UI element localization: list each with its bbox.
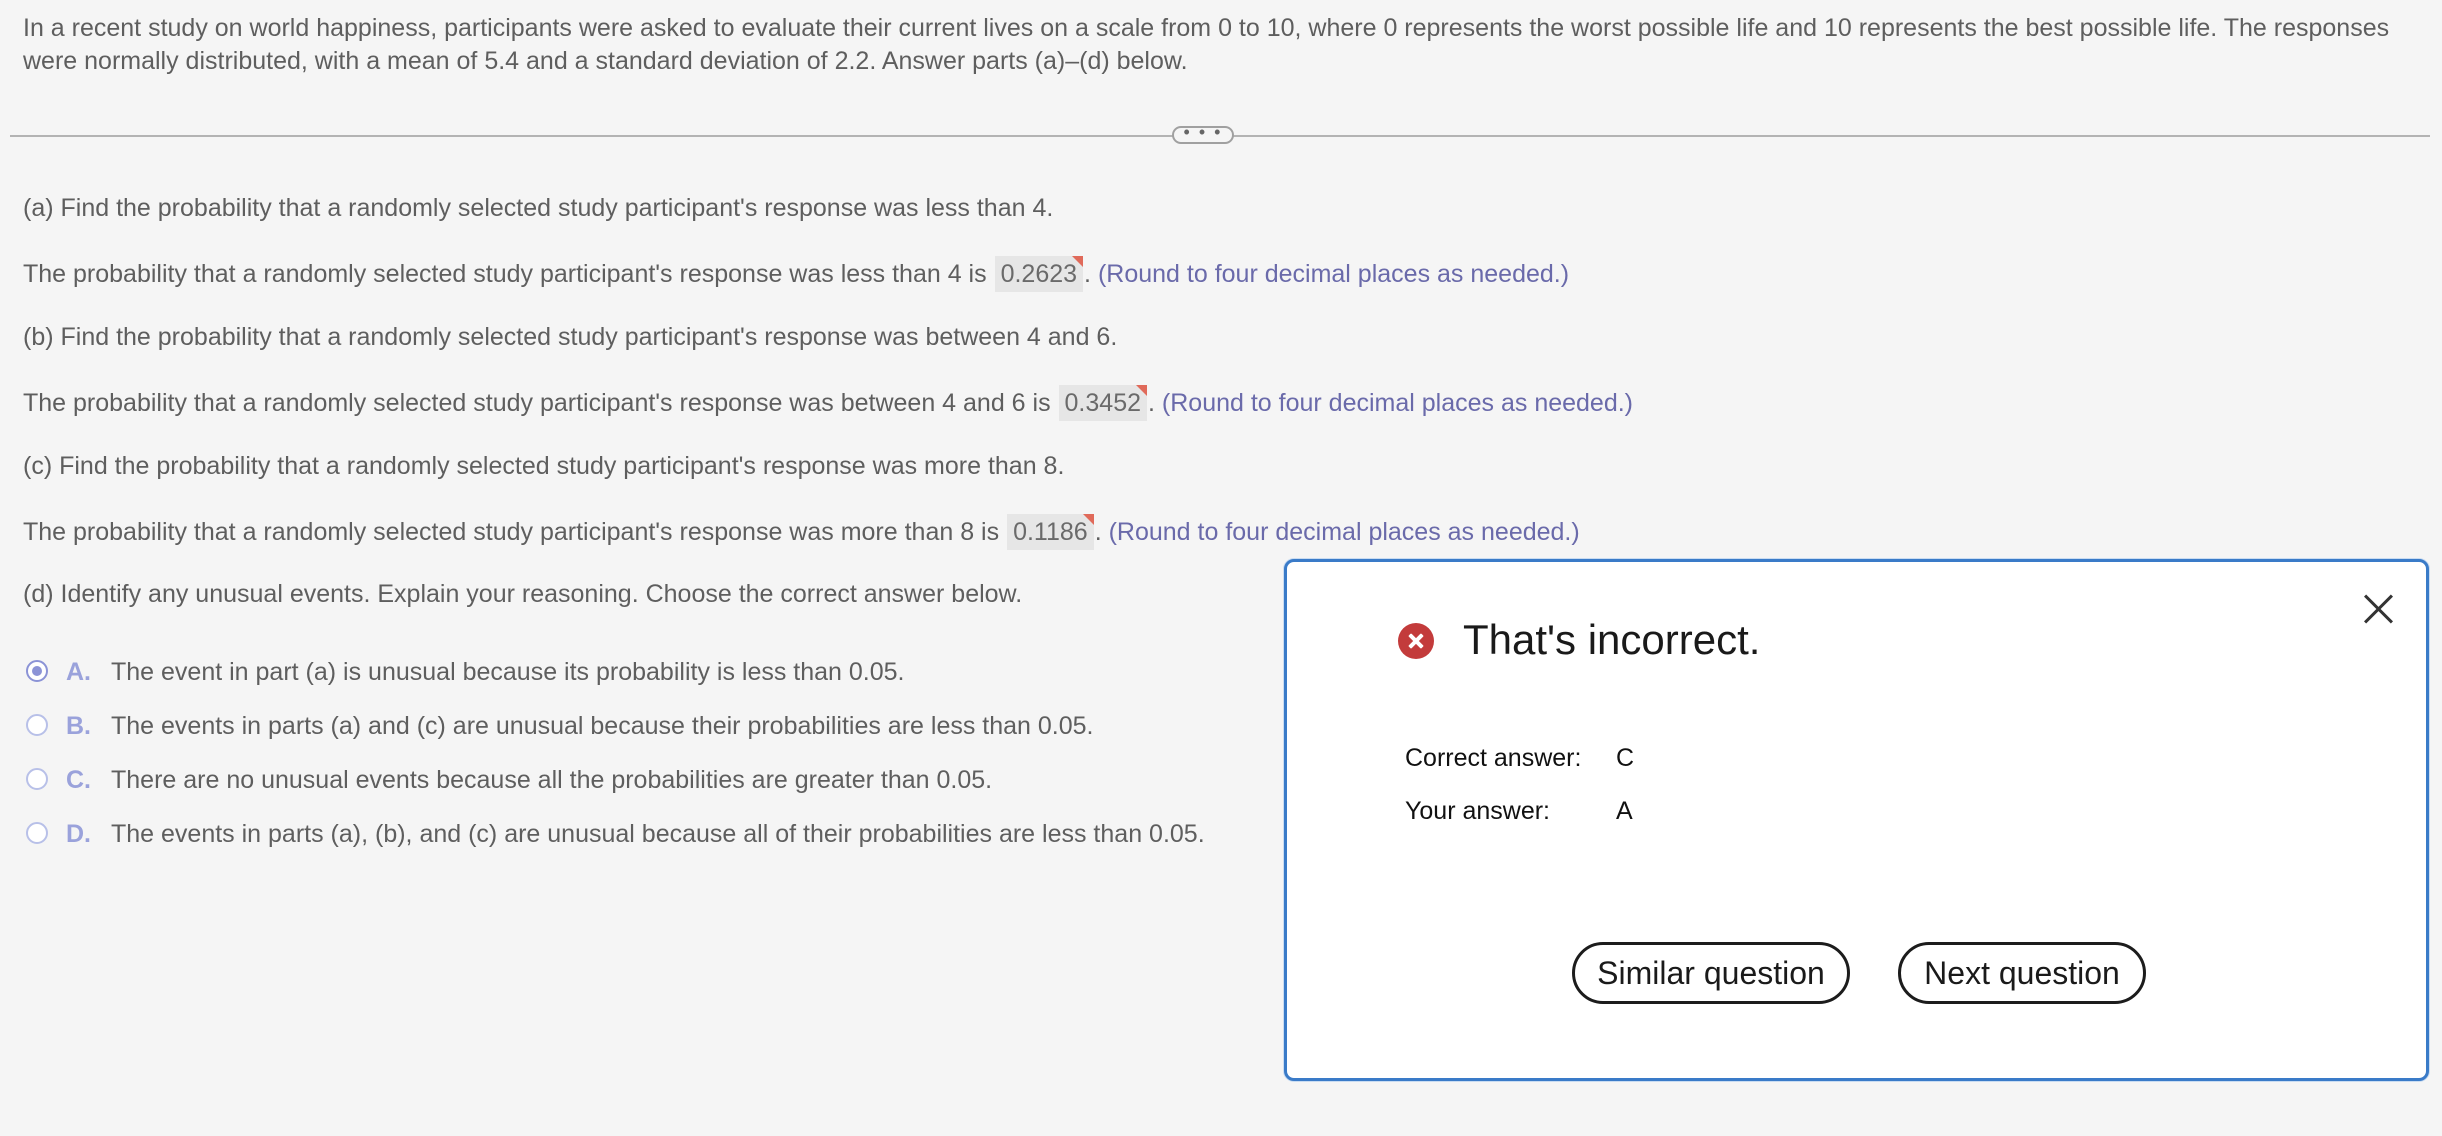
part-a-answer-field[interactable]: 0.2623 bbox=[994, 256, 1084, 292]
similar-question-button[interactable]: Similar question bbox=[1572, 942, 1850, 1004]
part-d-question: (d) Identify any unusual events. Explain… bbox=[23, 580, 1023, 608]
feedback-title: That's incorrect. bbox=[1463, 616, 1761, 663]
radio-icon[interactable] bbox=[26, 714, 48, 736]
choice-text: The event in part (a) is unusual because… bbox=[111, 658, 905, 686]
part-b-answer-field[interactable]: 0.3452 bbox=[1058, 385, 1147, 421]
part-b-answer-line: The probability that a randomly selected… bbox=[23, 385, 1633, 421]
your-answer-label: Your answer: bbox=[1405, 797, 1550, 825]
choice-letter: C. bbox=[66, 766, 91, 794]
close-x-icon[interactable] bbox=[2360, 590, 2398, 628]
part-b-answer-prefix: The probability that a randomly selected… bbox=[23, 389, 1051, 417]
part-a-question: (a) Find the probability that a randomly… bbox=[23, 194, 1054, 222]
radio-icon[interactable] bbox=[26, 768, 48, 790]
correct-answer-label: Correct answer: bbox=[1405, 744, 1582, 772]
period: . bbox=[1084, 260, 1091, 288]
expand-toggle-button[interactable]: • • • bbox=[1172, 123, 1234, 144]
error-circle-x-icon bbox=[1398, 623, 1434, 659]
choice-letter: A. bbox=[66, 658, 91, 686]
feedback-dialog: That's incorrect. Correct answer: C Your… bbox=[1284, 559, 2429, 1081]
incorrect-flag-icon bbox=[1072, 256, 1084, 267]
part-c-question: (c) Find the probability that a randomly… bbox=[23, 452, 1065, 480]
part-c-answer-value: 0.1186 bbox=[1013, 518, 1088, 546]
part-a-answer-prefix: The probability that a randomly selected… bbox=[23, 260, 987, 288]
part-a-answer-value: 0.2623 bbox=[1000, 260, 1078, 288]
part-b-question: (b) Find the probability that a randomly… bbox=[23, 323, 1118, 351]
incorrect-flag-icon bbox=[1136, 385, 1147, 396]
radio-icon[interactable] bbox=[26, 822, 48, 844]
problem-statement: In a recent study on world happiness, pa… bbox=[23, 14, 2390, 75]
your-answer-value: A bbox=[1616, 797, 1633, 825]
part-c-round-hint: (Round to four decimal places as needed.… bbox=[1108, 518, 1580, 546]
radio-selected-icon[interactable] bbox=[26, 660, 48, 682]
part-b-answer-value: 0.3452 bbox=[1064, 389, 1141, 417]
part-c-answer-prefix: The probability that a randomly selected… bbox=[23, 518, 1000, 546]
period: . bbox=[1094, 518, 1102, 546]
part-a-answer-line: The probability that a randomly selected… bbox=[23, 256, 1569, 292]
choice-text: The events in parts (a) and (c) are unus… bbox=[111, 712, 1094, 740]
part-b-round-hint: (Round to four decimal places as needed.… bbox=[1161, 389, 1634, 417]
part-c-answer-field[interactable]: 0.1186 bbox=[1007, 514, 1094, 550]
choice-text: The events in parts (a), (b), and (c) ar… bbox=[111, 820, 1205, 848]
period: . bbox=[1148, 389, 1155, 417]
incorrect-flag-icon bbox=[1082, 514, 1094, 525]
part-a-round-hint: (Round to four decimal places as needed.… bbox=[1097, 260, 1570, 288]
choice-text: There are no unusual events because all … bbox=[111, 766, 993, 794]
correct-answer-value: C bbox=[1616, 744, 1635, 772]
next-question-button[interactable]: Next question bbox=[1898, 942, 2146, 1004]
part-c-answer-line: The probability that a randomly selected… bbox=[23, 514, 1580, 550]
choice-letter: B. bbox=[66, 712, 91, 740]
choice-letter: D. bbox=[66, 820, 91, 848]
